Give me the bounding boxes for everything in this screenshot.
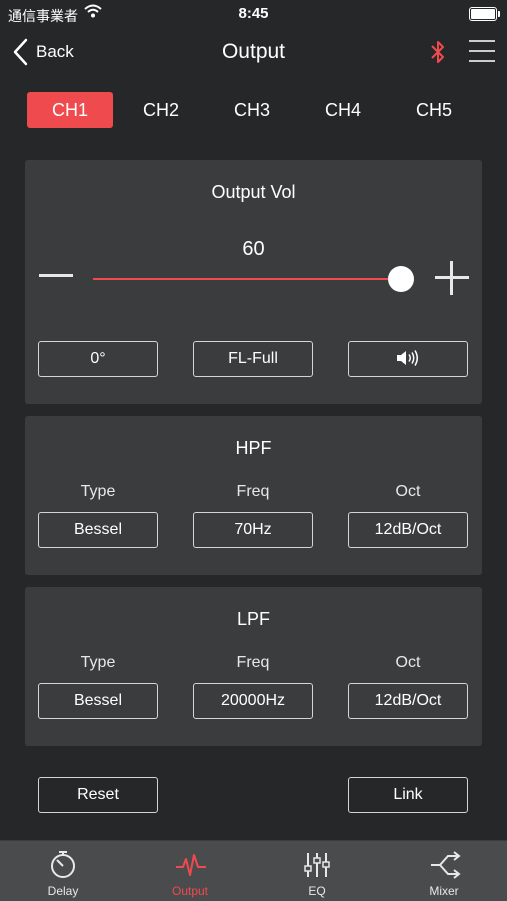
channel-tabs: CH1 CH2 CH3 CH4 CH5 xyxy=(27,92,482,130)
bottom-tab-delay-label: Delay xyxy=(47,884,79,898)
bottom-tab-delay[interactable]: Delay xyxy=(0,841,126,901)
bottom-tab-eq[interactable]: EQ xyxy=(254,841,380,901)
tab-ch1[interactable]: CH1 xyxy=(27,92,113,128)
mute-button[interactable] xyxy=(348,341,468,377)
hpf-freq-button[interactable]: 70Hz xyxy=(193,512,313,548)
lpf-card: LPF Type Freq Oct Bessel 20000Hz 12dB/Oc… xyxy=(25,587,482,746)
reset-button[interactable]: Reset xyxy=(38,777,158,813)
sliders-icon xyxy=(304,853,330,877)
hpf-title: HPF xyxy=(235,438,272,458)
lpf-freq-button[interactable]: 20000Hz xyxy=(193,683,313,719)
hpf-type-label: Type xyxy=(80,483,116,500)
lpf-freq-label: Freq xyxy=(236,654,270,671)
status-time: 8:45 xyxy=(238,5,269,22)
mixer-arrows-icon xyxy=(431,851,461,879)
bottom-tab-bar: Delay Output EQ Mixer xyxy=(0,840,507,901)
stopwatch-icon xyxy=(51,851,75,878)
hpf-oct-button[interactable]: 12dB/Oct xyxy=(348,512,468,548)
bluetooth-icon[interactable] xyxy=(428,38,448,71)
channel-assign-button[interactable]: FL-Full xyxy=(193,341,313,377)
link-button[interactable]: Link xyxy=(348,777,468,813)
bottom-tab-output-label: Output xyxy=(171,884,209,898)
tab-ch2[interactable]: CH2 xyxy=(118,92,204,128)
volume-value: 60 xyxy=(242,238,265,260)
hamburger-menu-icon[interactable] xyxy=(469,40,495,64)
lpf-type-label: Type xyxy=(80,654,116,671)
bottom-tab-mixer-label: Mixer xyxy=(429,884,459,898)
tab-ch3[interactable]: CH3 xyxy=(209,92,295,128)
hpf-card: HPF Type Freq Oct Bessel 70Hz 12dB/Oct xyxy=(25,416,482,575)
hpf-oct-label: Oct xyxy=(395,483,421,500)
lpf-oct-label: Oct xyxy=(395,654,421,671)
volume-increase-button[interactable] xyxy=(435,261,469,295)
navigation-bar: Back Output xyxy=(0,28,507,78)
hpf-type-button[interactable]: Bessel xyxy=(38,512,158,548)
speaker-volume-icon xyxy=(397,349,418,366)
phase-button[interactable]: 0° xyxy=(38,341,158,377)
back-label: Back xyxy=(36,42,74,61)
output-vol-card: Output Vol 60 0° FL-Full xyxy=(25,160,482,404)
back-button[interactable]: Back xyxy=(12,36,74,68)
battery-icon xyxy=(469,7,500,21)
volume-slider[interactable] xyxy=(93,266,414,292)
lpf-type-button[interactable]: Bessel xyxy=(38,683,158,719)
output-vol-title: Output Vol xyxy=(211,182,296,202)
chevron-left-icon xyxy=(13,38,28,66)
tab-ch4[interactable]: CH4 xyxy=(300,92,386,128)
bottom-tab-mixer[interactable]: Mixer xyxy=(381,841,507,901)
lpf-oct-button[interactable]: 12dB/Oct xyxy=(348,683,468,719)
waveform-icon xyxy=(176,854,206,876)
volume-decrease-button[interactable] xyxy=(39,274,73,277)
hpf-freq-label: Freq xyxy=(236,483,270,500)
bottom-tab-eq-label: EQ xyxy=(308,884,326,898)
tab-ch5[interactable]: CH5 xyxy=(391,92,477,128)
bottom-tab-output[interactable]: Output xyxy=(127,841,253,901)
volume-slider-thumb[interactable] xyxy=(388,266,414,292)
status-bar: 通信事業者 8:45 xyxy=(0,0,507,28)
lpf-title: LPF xyxy=(236,609,270,629)
